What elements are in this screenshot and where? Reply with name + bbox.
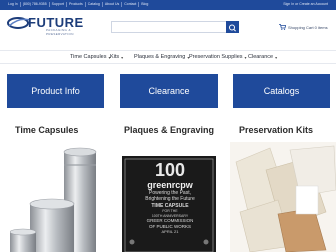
plaque-line2: Brightening the Future <box>145 196 195 202</box>
plaque-brand: greenrcpw <box>147 180 193 190</box>
category-title-plaques[interactable]: Plaques & Engraving <box>124 125 214 135</box>
nav-kits[interactable]: Kits ▾ <box>110 54 123 60</box>
cart-icon <box>279 24 286 30</box>
top-link-products[interactable]: Products <box>67 2 86 7</box>
tile-label: Product Info <box>31 86 80 96</box>
top-utility-bar: Log In (800) 786-9355 Support Products C… <box>0 0 336 10</box>
nav-label: Preservation Supplies <box>189 54 243 60</box>
search-icon <box>229 24 236 32</box>
tile-clearance[interactable]: Clearance <box>120 74 218 108</box>
shopping-cart[interactable]: Shopping Cart 0 items <box>279 24 328 30</box>
top-link-catalog[interactable]: Catalog <box>86 2 103 7</box>
preservation-kit-bags-image <box>230 142 336 252</box>
top-links: Log In (800) 786-9355 Support Products C… <box>6 2 150 7</box>
cart-label: Shopping Cart 0 items <box>288 24 328 30</box>
category-title-time-capsules[interactable]: Time Capsules <box>15 125 78 135</box>
nav-time-capsules[interactable]: Time Capsules ▾ <box>70 54 111 60</box>
main-nav: Time Capsules ▾ Kits ▾ Plaques & Engravi… <box>0 50 336 64</box>
nav-clearance[interactable]: Clearance ▾ <box>248 54 277 60</box>
search-box <box>111 21 227 39</box>
top-link-login[interactable]: Log In <box>6 2 21 7</box>
chevron-down-icon: ▾ <box>121 54 124 60</box>
chevron-down-icon: ▾ <box>244 54 247 60</box>
tile-label: Clearance <box>148 86 190 96</box>
plaques-image[interactable]: 100 greenrcpw Powering the Past, Brighte… <box>120 142 220 252</box>
plaque-number: 100 <box>154 160 186 180</box>
tile-product-info[interactable]: Product Info <box>7 74 104 108</box>
nav-label: Kits <box>110 54 120 60</box>
time-capsules-image[interactable] <box>10 142 110 252</box>
plaque-text: 100 greenrcpw Powering the Past, Brighte… <box>120 160 220 234</box>
site-logo[interactable]: FUTURE PACKAGING & PRESERVATION <box>7 14 87 36</box>
top-link-phone[interactable]: (800) 786-9355 <box>21 2 50 7</box>
top-link-blog[interactable]: Blog <box>139 2 150 7</box>
chevron-down-icon: ▾ <box>275 54 278 60</box>
preservation-kits-image[interactable] <box>230 142 336 252</box>
tile-catalogs[interactable]: Catalogs <box>233 74 330 108</box>
signin-link[interactable]: Sign In or Create an Account <box>283 2 328 7</box>
nav-plaques-engraving[interactable]: Plaques & Engraving ▾ <box>134 54 189 60</box>
logo-tagline: PACKAGING & PRESERVATION <box>46 28 74 36</box>
nav-label: Time Capsules <box>70 54 107 60</box>
nav-label: Clearance <box>248 54 274 60</box>
top-link-about[interactable]: About Us <box>103 2 123 7</box>
nav-label: Plaques & Engraving <box>134 54 186 60</box>
top-link-support[interactable]: Support <box>50 2 67 7</box>
category-title-preservation-kits[interactable]: Preservation Kits <box>239 125 313 135</box>
search-input[interactable] <box>112 28 226 39</box>
search-button[interactable] <box>226 21 239 33</box>
nav-preservation-supplies[interactable]: Preservation Supplies ▾ <box>189 54 247 60</box>
time-capsule-cylinders-image <box>10 147 97 252</box>
plaque-line8: APRIL 21 <box>161 229 179 234</box>
top-link-contact[interactable]: Contact <box>122 2 140 7</box>
tile-label: Catalogs <box>263 86 300 96</box>
